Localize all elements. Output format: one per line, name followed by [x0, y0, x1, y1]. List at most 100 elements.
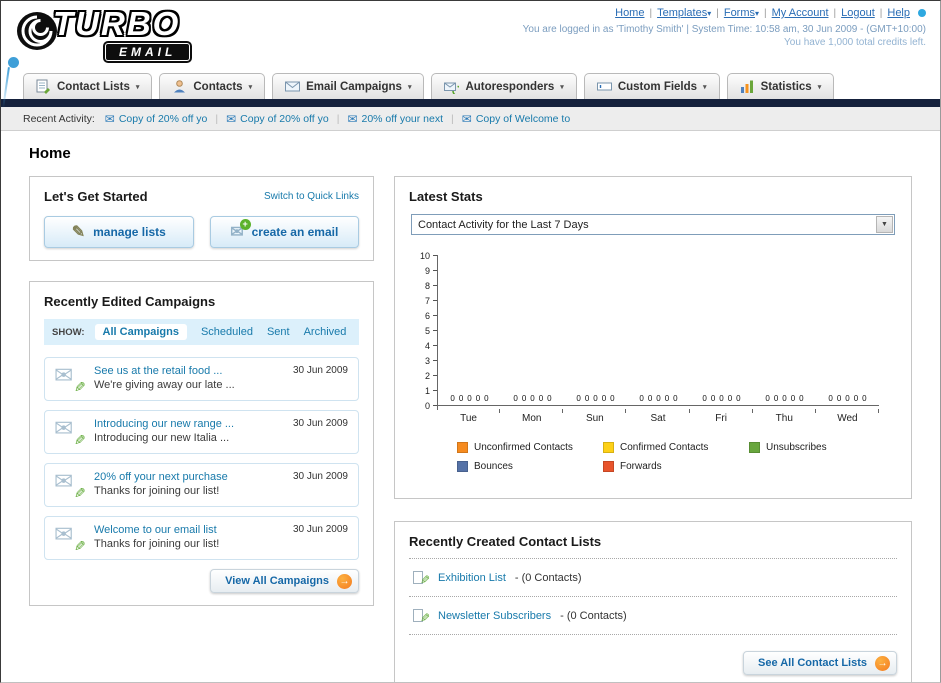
- top-link-templates[interactable]: Templates ▾: [657, 7, 711, 19]
- y-tick-label: 10: [419, 251, 430, 261]
- chart-group: 00000: [627, 255, 690, 405]
- page-title: Home: [29, 145, 71, 162]
- stats-period-select[interactable]: Contact Activity for the Last 7 Days ▼: [411, 214, 895, 235]
- email-edit-icon: ✉ ✎: [54, 521, 86, 554]
- header-right: Home | Templates ▾ | Forms ▾ | My Account | Logo…: [523, 7, 926, 48]
- switch-quick-links-link[interactable]: Switch to Quick Links: [264, 191, 359, 202]
- activity-item[interactable]: ✉ 20% off your next: [347, 112, 443, 126]
- chart-x-axis: Tue Mon Sun Sat Fri Thu Wed: [437, 406, 880, 424]
- get-started-panel: Let's Get Started Switch to Quick Links …: [29, 176, 374, 261]
- nav-tab-label: Email Campaigns: [306, 80, 402, 93]
- nav-tab-custom-fields[interactable]: Custom Fields ▾: [583, 73, 720, 99]
- chart-group: 00000: [753, 255, 816, 405]
- legend-swatch: [603, 442, 614, 453]
- pencil-icon: ✎: [74, 538, 86, 554]
- recent-activity-label: Recent Activity:: [23, 112, 95, 125]
- top-link-help[interactable]: Help: [887, 7, 910, 19]
- chart-group-values: 00000: [564, 394, 627, 403]
- bar-value-label: 0: [484, 394, 489, 403]
- top-link-my-account[interactable]: My Account: [772, 7, 829, 19]
- legend-label: Confirmed Contacts: [620, 442, 709, 453]
- envelope-icon: ✉: [461, 111, 472, 126]
- contact-list-link[interactable]: Exhibition List: [438, 572, 506, 584]
- view-all-campaigns-label: View All Campaigns: [225, 575, 329, 587]
- chevron-down-icon: ▾: [817, 83, 822, 91]
- campaign-text: 20% off your next purchase Thanks for joi…: [94, 471, 228, 499]
- chevron-down-icon: ▾: [703, 83, 707, 91]
- nav-tab-contacts[interactable]: Contacts ▾: [159, 73, 266, 99]
- pencil-icon: ✎: [71, 224, 86, 241]
- bar-value-label: 0: [647, 394, 653, 403]
- campaign-subtitle: Thanks for joining our list!: [94, 538, 220, 550]
- campaign-title-link[interactable]: Introducing our new range ...: [94, 418, 234, 430]
- contact-list-row: ✎ Newsletter Subscribers - (0 Contacts): [409, 597, 897, 635]
- legend-item: Unconfirmed Contacts: [457, 442, 603, 453]
- x-tick-label: Sat: [626, 409, 690, 424]
- list-edit-icon: ✎: [413, 608, 430, 625]
- contact-lists-panel: Recently Created Contact Lists ✎ Exhibiti…: [394, 521, 912, 682]
- activity-item[interactable]: ✉ Copy of 20% off yo: [226, 112, 329, 126]
- header: TURBO EMAIL Home | Templates ▾ | Forms ▾ | My …: [1, 1, 940, 71]
- filter-archived[interactable]: Archived: [304, 326, 347, 338]
- campaign-title-link[interactable]: 20% off your next purchase: [94, 471, 228, 483]
- main-nav: Contact Lists ▾ Contacts ▾ Email Campaigns ▾ A…: [1, 71, 940, 99]
- filter-scheduled[interactable]: Scheduled: [201, 326, 253, 338]
- logo-text: TURBO EMAIL: [53, 5, 191, 61]
- bar-value-label: 0: [765, 394, 770, 403]
- top-link-forms[interactable]: Forms ▾: [724, 7, 759, 19]
- y-tick-label: 7: [424, 296, 430, 306]
- nav-tab-email-campaigns[interactable]: Email Campaigns ▾: [272, 73, 425, 99]
- logo-title: TURBO: [53, 5, 181, 42]
- bar-value-label: 0: [719, 394, 724, 403]
- campaign-subtitle: Introducing our new Italia ...: [94, 432, 230, 444]
- campaign-row: ✉ ✎ Introducing our new range ... Introduci…: [44, 410, 359, 454]
- chart-group-values: 00000: [690, 394, 753, 403]
- y-tick-label: 0: [424, 401, 430, 411]
- nav-tab-autoresponders[interactable]: Autoresponders ▾: [431, 73, 577, 99]
- top-link-home[interactable]: Home: [615, 7, 644, 19]
- campaign-title-link[interactable]: Welcome to our email list: [94, 524, 219, 536]
- chevron-down-icon: ▾: [560, 83, 564, 91]
- bar-value-label: 0: [845, 394, 850, 403]
- login-info: You are logged in as 'Timothy Smith' | S…: [522, 24, 926, 35]
- chart-legend: Unconfirmed Contacts Confirmed Contacts Un…: [457, 442, 897, 480]
- campaign-row: ✉ ✎ See us at the retail food ... We're giv…: [44, 357, 359, 401]
- pencil-icon: ✎: [74, 485, 86, 501]
- x-tick-label: Tue: [437, 409, 501, 424]
- campaign-text: Welcome to our email list Thanks for join…: [94, 524, 219, 552]
- bar-value-label: 0: [853, 394, 859, 403]
- chart-plot: 00000000000000000000000000000000000: [437, 255, 879, 406]
- create-email-button[interactable]: ✉ + create an email: [209, 216, 359, 248]
- nav-tab-label: Autoresponders: [465, 80, 555, 93]
- y-tick-label: 4: [424, 341, 430, 351]
- chart-group: 00000: [816, 255, 879, 405]
- activity-item[interactable]: ✉ Copy of Welcome to: [462, 112, 570, 126]
- chart-group: 00000: [438, 255, 501, 405]
- chevron-down-icon: ▼: [876, 216, 893, 233]
- pencil-icon: ✎: [419, 611, 430, 625]
- y-tick-label: 5: [424, 326, 430, 336]
- nav-tab-contact-lists[interactable]: Contact Lists ▾: [23, 73, 153, 99]
- activity-item[interactable]: ✉ Copy of 20% off yo: [105, 112, 208, 126]
- y-tick-label: 1: [424, 386, 430, 396]
- chart-group: 00000: [690, 255, 753, 405]
- x-tick-label: Mon: [500, 409, 564, 424]
- nav-tab-statistics[interactable]: Statistics ▾: [726, 73, 835, 99]
- see-all-contact-lists-button[interactable]: See All Contact Lists →: [742, 651, 897, 675]
- nav-tab-label: Statistics: [760, 80, 812, 93]
- create-email-label: create an email: [251, 225, 339, 239]
- contact-lists-list: ✎ Exhibition List - (0 Contacts) ✎ Newslette…: [409, 559, 897, 635]
- nav-tab-label: Custom Fields: [617, 80, 698, 93]
- campaign-title-link[interactable]: See us at the retail food ...: [94, 365, 235, 377]
- top-link-logout[interactable]: Logout: [841, 7, 875, 19]
- manage-lists-button[interactable]: ✎ manage lists: [44, 216, 194, 248]
- legend-item: Unsubscribes: [749, 442, 895, 453]
- view-all-campaigns-button[interactable]: View All Campaigns →: [210, 569, 359, 593]
- filter-sent[interactable]: Sent: [267, 326, 290, 338]
- legend-swatch: [603, 461, 614, 472]
- legend-swatch: [749, 442, 760, 453]
- campaign-filters: All Campaigns Scheduled Sent Archived: [94, 324, 347, 340]
- legend-item: Forwards: [603, 461, 749, 472]
- contact-list-link[interactable]: Newsletter Subscribers: [438, 610, 551, 622]
- filter-all-campaigns[interactable]: All Campaigns: [94, 324, 187, 340]
